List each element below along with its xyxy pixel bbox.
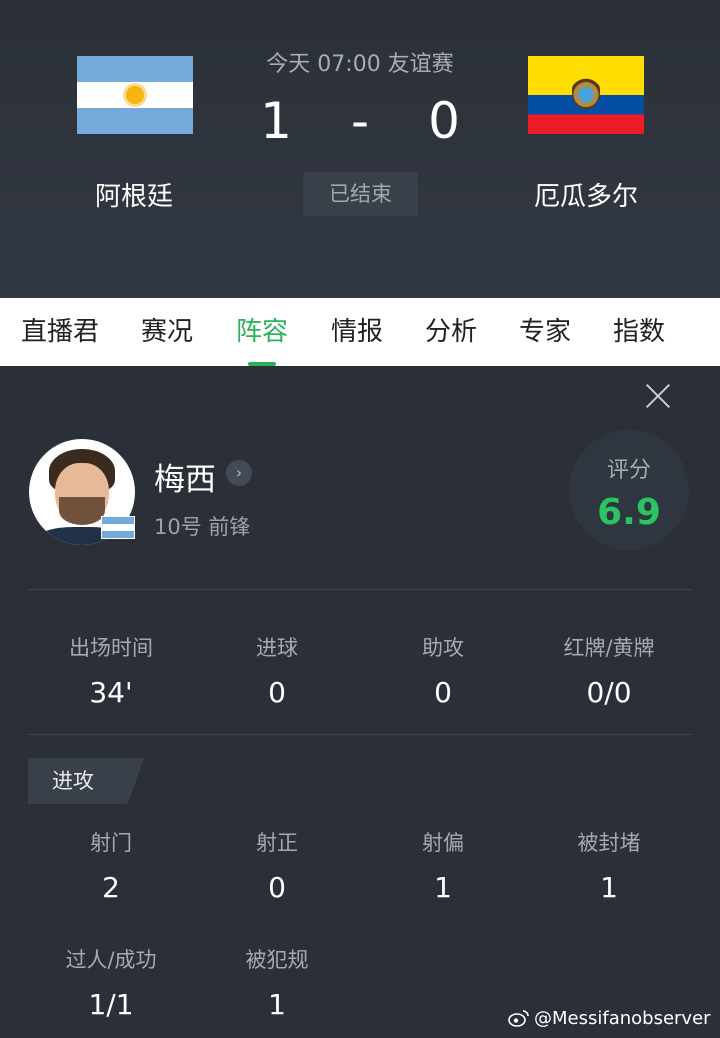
stat-dribbles: 过人/成功 1/1 [28,944,194,1021]
player-number-position: 10号 前锋 [154,515,251,539]
home-score: 1 [260,92,292,150]
tab-bar: 直播君 赛况 阵容 情报 分析 专家 指数 [0,298,720,366]
stat-shots: 射门 2 [28,827,194,904]
tab-live-host[interactable]: 直播君 [13,298,107,366]
match-meta: 今天 07:00 友谊赛 [266,52,454,77]
close-icon[interactable] [640,378,676,414]
stat-label: 过人/成功 [65,948,157,972]
weibo-icon [508,1010,529,1027]
watermark: @Messifanobserver [508,1008,711,1029]
stat-label: 出场时间 [69,636,153,660]
score-separator: - [350,92,370,150]
stat-value: 0 [268,871,286,904]
tab-intel[interactable]: 情报 [310,298,404,366]
stat-shots-blocked: 被封堵 1 [526,827,692,904]
stat-value: 0 [434,676,452,709]
stat-shots-on-target: 射正 0 [194,827,360,904]
tab-match-status[interactable]: 赛况 [120,298,214,366]
stat-label: 红牌/黄牌 [563,636,655,660]
away-team-name[interactable]: 厄瓜多尔 [466,176,706,213]
stat-label: 助攻 [422,636,464,660]
match-status-badge: 已结束 [303,172,418,216]
stat-value: 0 [268,676,286,709]
stat-value: 1 [268,988,286,1021]
stat-value: 1 [434,871,452,904]
stat-value: 1 [600,871,618,904]
tab-analysis[interactable]: 分析 [404,298,498,366]
tab-lineup[interactable]: 阵容 [215,298,309,366]
stat-label: 射门 [90,831,132,855]
stat-label: 进球 [256,636,298,660]
stat-label: 射偏 [422,831,464,855]
tab-odds[interactable]: 指数 [592,298,686,366]
stat-cards: 红牌/黄牌 0/0 [526,632,692,709]
player-name[interactable]: 梅西 [154,454,216,499]
stat-assists: 助攻 0 [360,632,526,709]
divider [28,734,692,735]
stat-goals: 进球 0 [194,632,360,709]
stat-shots-off-target: 射偏 1 [360,827,526,904]
active-tab-indicator [248,362,276,366]
coat-of-arms-icon [572,77,600,109]
divider [28,589,692,590]
rating-value: 6.9 [597,492,661,533]
player-nation-flag-icon [101,516,135,539]
match-header: 今天 07:00 友谊赛 1 - 0 阿根廷 已结束 厄瓜多尔 [0,0,720,298]
stat-label: 射正 [256,831,298,855]
away-score: 0 [428,92,460,150]
rating-label: 评分 [606,458,651,483]
watermark-text: @Messifanobserver [534,1008,711,1029]
stat-value: 34' [89,676,133,709]
tab-experts[interactable]: 专家 [498,298,592,366]
stat-value: 0/0 [586,676,632,709]
stat-label: 被封堵 [577,831,641,855]
stat-fouled: 被犯规 1 [194,944,360,1021]
stat-minutes-played: 出场时间 34' [28,632,194,709]
chevron-right-icon[interactable]: › [226,460,252,486]
stat-label: 被犯规 [245,948,309,972]
sun-of-may-icon [126,86,144,104]
stat-value: 2 [102,871,120,904]
section-title-attack: 进攻 [28,758,144,804]
home-team-name[interactable]: 阿根廷 [14,176,254,213]
stat-value: 1/1 [88,988,134,1021]
